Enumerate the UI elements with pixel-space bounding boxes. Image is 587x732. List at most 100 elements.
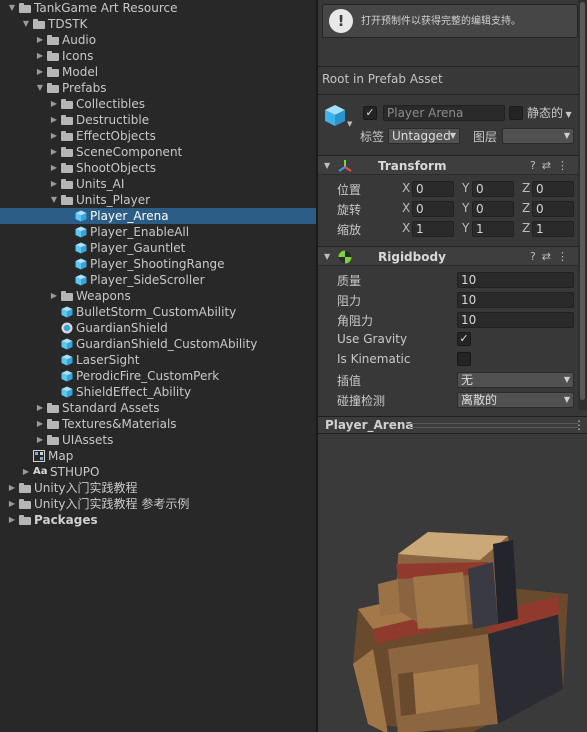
scale-y-field[interactable]: 1 [472,221,514,237]
chevron-right-icon[interactable]: ▶ [35,64,45,80]
chevron-right-icon[interactable]: ▶ [7,480,17,496]
scrollbar-thumb[interactable] [580,2,585,400]
rotation-y-axis-label[interactable]: Y [462,201,469,215]
tree-item-model[interactable]: ▶ Model [0,64,316,80]
gameobject-active-toggle[interactable]: ✓ [363,106,377,120]
component-tools[interactable]: ?⇄⋮ [530,156,574,176]
chevron-down-icon[interactable]: ▼ [7,0,17,16]
chevron-right-icon[interactable]: ▶ [21,464,31,480]
tree-item-guardianshield[interactable]: GuardianShield [0,320,316,336]
tree-item-shootobjects[interactable]: ▶ ShootObjects [0,160,316,176]
chevron-right-icon[interactable]: ▶ [35,400,45,416]
mass-field[interactable]: 10 [457,272,574,288]
tree-item-uiassets[interactable]: ▶ UIAssets [0,432,316,448]
chevron-right-icon[interactable]: ▶ [49,176,59,192]
rotation-x-axis-label[interactable]: X [402,201,410,215]
chevron-down-icon[interactable]: ▼ [324,247,330,267]
tree-item-icons[interactable]: ▶ Icons [0,48,316,64]
scale-z-field[interactable]: 1 [532,221,574,237]
kebab-menu-icon[interactable]: ⋮ [557,159,574,172]
chevron-right-icon[interactable]: ▶ [7,496,17,512]
position-z-axis-label[interactable]: Z [522,181,530,195]
position-z-field[interactable]: 0 [532,181,574,197]
tree-item-packages[interactable]: ▶ Packages [0,512,316,528]
tree-item-standard-assets[interactable]: ▶ Standard Assets [0,400,316,416]
component-tools[interactable]: ?⇄⋮ [530,247,574,267]
layer-dropdown[interactable]: ▼ [502,128,574,144]
static-dropdown[interactable]: 静态的 ▼ [527,104,572,121]
chevron-right-icon[interactable]: ▶ [49,112,59,128]
interpolate-dropdown[interactable]: 无 ▼ [457,372,574,388]
scale-x-axis-label[interactable]: X [402,221,410,235]
tree-item-player-shootingrange[interactable]: Player_ShootingRange [0,256,316,272]
chevron-right-icon[interactable]: ▶ [35,48,45,64]
tree-item-player-gauntlet[interactable]: Player_Gauntlet [0,240,316,256]
tree-item-unity入门实践教程-参考示例[interactable]: ▶ Unity入门实践教程 参考示例 [0,496,316,512]
rotation-y-field[interactable]: 0 [472,201,514,217]
chevron-down-icon[interactable]: ▼ [35,80,45,96]
tree-item-shieldeffect-ability[interactable]: ShieldEffect_Ability [0,384,316,400]
tree-item-textures-materials[interactable]: ▶ Textures&Materials [0,416,316,432]
tree-item-player-enableall[interactable]: Player_EnableAll [0,224,316,240]
tree-item-bulletstorm-customability[interactable]: BulletStorm_CustomAbility [0,304,316,320]
preview-header[interactable]: Player_Arena ⋮ [318,416,587,434]
tree-item-player-arena[interactable]: Player_Arena [0,208,316,224]
tree-item-audio[interactable]: ▶ Audio [0,32,316,48]
presets-icon[interactable]: ⇄ [542,250,557,263]
tree-item-guardianshield-customability[interactable]: GuardianShield_CustomAbility [0,336,316,352]
inspector-scrollbar[interactable] [578,0,587,410]
scale-x-field[interactable]: 1 [412,221,454,237]
tree-item-scenecomponent[interactable]: ▶ SceneComponent [0,144,316,160]
static-checkbox[interactable] [509,106,523,120]
angular-drag-field[interactable]: 10 [457,312,574,328]
help-icon[interactable]: ? [530,159,542,172]
tree-item-prefabs[interactable]: ▼ Prefabs [0,80,316,96]
tree-item-destructible[interactable]: ▶ Destructible [0,112,316,128]
prefab-preview-viewport[interactable] [318,434,587,732]
chevron-right-icon[interactable]: ▶ [49,128,59,144]
tree-item-perodicfire-customperk[interactable]: PerodicFire_CustomPerk [0,368,316,384]
gameobject-name-field[interactable]: Player Arena [383,105,505,121]
chevron-down-icon[interactable]: ▼ [324,156,330,176]
tree-item-tdstk[interactable]: ▼ TDSTK [0,16,316,32]
tree-item-sthupo[interactable]: ▶ Aa STHUPO [0,464,316,480]
chevron-right-icon[interactable]: ▶ [35,416,45,432]
tree-item-effectobjects[interactable]: ▶ EffectObjects [0,128,316,144]
chevron-right-icon[interactable]: ▶ [49,160,59,176]
collision-detection-dropdown[interactable]: 离散的 ▼ [457,392,574,408]
tree-item-collectibles[interactable]: ▶ Collectibles [0,96,316,112]
kebab-menu-icon[interactable]: ⋮ [557,250,574,263]
transform-header[interactable]: ▼ Transform ?⇄⋮ [318,155,578,175]
scale-z-axis-label[interactable]: Z [522,221,530,235]
tree-item-player-sidescroller[interactable]: Player_SideScroller [0,272,316,288]
position-x-axis-label[interactable]: X [402,181,410,195]
prefab-cube-icon[interactable] [323,103,347,127]
position-x-field[interactable]: 0 [412,181,454,197]
kebab-menu-icon[interactable]: ⋮ [573,417,585,434]
chevron-down-icon[interactable]: ▼ [347,120,352,128]
chevron-down-icon[interactable]: ▼ [49,192,59,208]
rotation-z-axis-label[interactable]: Z [522,201,530,215]
tag-dropdown[interactable]: Untagged ▼ [388,128,460,144]
use-gravity-checkbox[interactable]: ✓ [457,332,471,346]
help-icon[interactable]: ? [530,250,542,263]
tree-item-weapons[interactable]: ▶ Weapons [0,288,316,304]
tree-item-units-player[interactable]: ▼ Units_Player [0,192,316,208]
chevron-right-icon[interactable]: ▶ [49,288,59,304]
scale-y-axis-label[interactable]: Y [462,221,469,235]
is-kinematic-checkbox[interactable] [457,352,471,366]
presets-icon[interactable]: ⇄ [542,159,557,172]
position-y-field[interactable]: 0 [472,181,514,197]
chevron-right-icon[interactable]: ▶ [35,432,45,448]
rotation-x-field[interactable]: 0 [412,201,454,217]
chevron-right-icon[interactable]: ▶ [49,96,59,112]
tree-item-tankgame-art-resource[interactable]: ▼ TankGame Art Resource [0,0,316,16]
chevron-right-icon[interactable]: ▶ [49,144,59,160]
drag-handle[interactable] [410,423,578,428]
position-y-axis-label[interactable]: Y [462,181,469,195]
chevron-right-icon[interactable]: ▶ [7,512,17,528]
tree-item-map[interactable]: Map [0,448,316,464]
chevron-right-icon[interactable]: ▶ [35,32,45,48]
tree-item-units-ai[interactable]: ▶ Units_AI [0,176,316,192]
tree-item-lasersight[interactable]: LaserSight [0,352,316,368]
